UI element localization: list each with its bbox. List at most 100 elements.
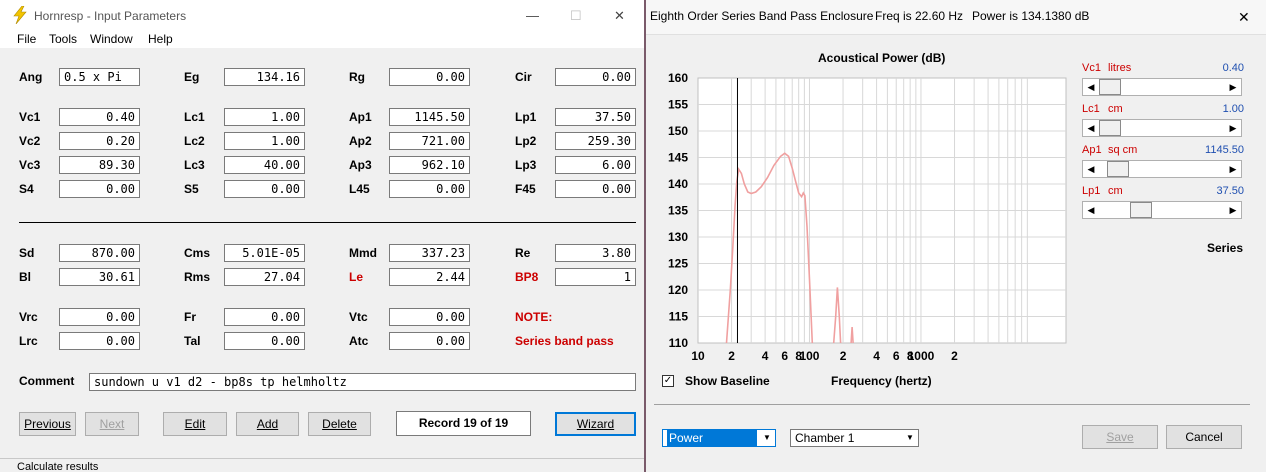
- param-label-tal: Tal: [184, 334, 201, 348]
- slider-thumb[interactable]: [1099, 120, 1121, 136]
- save-button: Save: [1082, 425, 1158, 449]
- param-label-ang: Ang: [19, 70, 43, 84]
- slider-lc1[interactable]: ◀ ▶: [1082, 119, 1242, 137]
- param-field-lp3[interactable]: 6.00: [555, 156, 636, 174]
- param-label-lp1: Lp1: [515, 110, 537, 124]
- param-field-sd[interactable]: 870.00: [59, 244, 140, 262]
- param-field-l45[interactable]: 0.00: [389, 180, 470, 198]
- slider-lp1[interactable]: ◀ ▶: [1082, 201, 1242, 219]
- note-text: Series band pass: [515, 334, 614, 348]
- param-field-bl[interactable]: 30.61: [59, 268, 140, 286]
- param-label-lrc: Lrc: [19, 334, 38, 348]
- input-window-title: Hornresp - Input Parameters: [34, 9, 187, 23]
- plot-type-select[interactable]: Power ▼: [662, 429, 776, 447]
- arrow-left-icon[interactable]: ◀: [1083, 202, 1099, 218]
- param-field-ap1[interactable]: 1145.50: [389, 108, 470, 126]
- x-tick-label: 6: [781, 349, 788, 363]
- slider-ap1[interactable]: ◀ ▶: [1082, 160, 1242, 178]
- param-field-re[interactable]: 3.80: [555, 244, 636, 262]
- param-field-ap2[interactable]: 721.00: [389, 132, 470, 150]
- x-tick-label: 2: [951, 349, 958, 363]
- param-field-f45[interactable]: 0.00: [555, 180, 636, 198]
- arrow-right-icon[interactable]: ▶: [1225, 161, 1241, 177]
- param-field-vrc[interactable]: 0.00: [59, 308, 140, 326]
- param-field-ang[interactable]: 0.5 x Pi: [59, 68, 140, 86]
- menu-tools[interactable]: Tools: [49, 32, 77, 46]
- param-field-vc3[interactable]: 89.30: [59, 156, 140, 174]
- slider-thumb[interactable]: [1130, 202, 1152, 218]
- param-field-eg[interactable]: 134.16: [224, 68, 305, 86]
- param-field-vtc[interactable]: 0.00: [389, 308, 470, 326]
- cancel-button[interactable]: Cancel: [1166, 425, 1242, 449]
- slider-value-vc1: 0.40: [1222, 62, 1244, 74]
- param-label-le: Le: [349, 270, 364, 284]
- add-button[interactable]: Add: [236, 412, 299, 436]
- param-field-vc1[interactable]: 0.40: [59, 108, 140, 126]
- param-field-tal[interactable]: 0.00: [224, 332, 305, 350]
- param-field-ap3[interactable]: 962.10: [389, 156, 470, 174]
- param-field-lc2[interactable]: 1.00: [224, 132, 305, 150]
- slider-vc1[interactable]: ◀ ▶: [1082, 78, 1242, 96]
- param-label-s4: S4: [19, 182, 34, 196]
- param-field-lp2[interactable]: 259.30: [555, 132, 636, 150]
- slider-thumb[interactable]: [1099, 79, 1121, 95]
- param-field-mmd[interactable]: 337.23: [389, 244, 470, 262]
- delete-button[interactable]: Delete: [308, 412, 371, 436]
- param-field-rg[interactable]: 0.00: [389, 68, 470, 86]
- param-field-cms[interactable]: 5.01E-05: [224, 244, 305, 262]
- param-label-bp8: BP8: [515, 270, 539, 284]
- param-field-lc1[interactable]: 1.00: [224, 108, 305, 126]
- arrow-right-icon[interactable]: ▶: [1225, 120, 1241, 136]
- arrow-left-icon[interactable]: ◀: [1083, 161, 1099, 177]
- band-pass-chart-window: Eighth Order Series Band Pass Enclosure …: [646, 0, 1266, 472]
- param-field-cir[interactable]: 0.00: [555, 68, 636, 86]
- param-field-s4[interactable]: 0.00: [59, 180, 140, 198]
- status-text: Calculate results: [17, 461, 99, 472]
- previous-button[interactable]: Previous: [19, 412, 76, 436]
- y-tick-label: 135: [668, 204, 688, 218]
- param-label-bl: Bl: [19, 270, 31, 284]
- menu-window[interactable]: Window: [90, 32, 133, 46]
- menu-help[interactable]: Help: [148, 32, 173, 46]
- wizard-button[interactable]: Wizard: [555, 412, 636, 436]
- edit-button[interactable]: Edit: [163, 412, 227, 436]
- param-label-l45: L45: [349, 182, 370, 196]
- note-label: NOTE:: [515, 310, 553, 324]
- param-label-cms: Cms: [184, 246, 211, 260]
- slider-thumb[interactable]: [1107, 161, 1129, 177]
- show-baseline-checkbox[interactable]: ✓: [662, 375, 674, 387]
- chamber-select[interactable]: Chamber 1 ▼: [790, 429, 919, 447]
- param-field-s5[interactable]: 0.00: [224, 180, 305, 198]
- y-tick-label: 115: [669, 310, 689, 324]
- param-label-vc3: Vc3: [19, 158, 41, 172]
- param-field-le[interactable]: 2.44: [389, 268, 470, 286]
- comment-field[interactable]: sundown u v1 d2 - bp8s tp helmholtz: [89, 373, 636, 391]
- param-label-lc1: Lc1: [184, 110, 205, 124]
- param-field-lc3[interactable]: 40.00: [224, 156, 305, 174]
- menu-file[interactable]: File: [17, 32, 36, 46]
- bottom-separator: [654, 404, 1250, 405]
- input-window-titlebar[interactable]: Hornresp - Input Parameters — ☐ ✕: [0, 0, 644, 32]
- minimize-icon[interactable]: —: [526, 8, 539, 23]
- plot-type-value: Power: [667, 430, 757, 446]
- menu-bar: File Tools Window Help: [0, 32, 644, 48]
- close-icon[interactable]: ✕: [614, 8, 625, 24]
- param-field-rms[interactable]: 27.04: [224, 268, 305, 286]
- param-field-fr[interactable]: 0.00: [224, 308, 305, 326]
- param-label-ap3: Ap3: [349, 158, 372, 172]
- status-bar: Calculate results: [0, 458, 644, 472]
- input-parameters-window: Hornresp - Input Parameters — ☐ ✕ File T…: [0, 0, 644, 472]
- param-field-bp8[interactable]: 1: [555, 268, 636, 286]
- param-label-rms: Rms: [184, 270, 211, 284]
- y-tick-label: 145: [668, 151, 688, 165]
- arrow-right-icon[interactable]: ▶: [1225, 202, 1241, 218]
- arrow-left-icon[interactable]: ◀: [1083, 79, 1099, 95]
- param-field-vc2[interactable]: 0.20: [59, 132, 140, 150]
- arrow-right-icon[interactable]: ▶: [1225, 79, 1241, 95]
- slider-name-ap1: Ap1: [1082, 144, 1102, 156]
- arrow-left-icon[interactable]: ◀: [1083, 120, 1099, 136]
- param-field-lp1[interactable]: 37.50: [555, 108, 636, 126]
- param-field-atc[interactable]: 0.00: [389, 332, 470, 350]
- param-field-lrc[interactable]: 0.00: [59, 332, 140, 350]
- show-baseline-label[interactable]: Show Baseline: [685, 374, 770, 388]
